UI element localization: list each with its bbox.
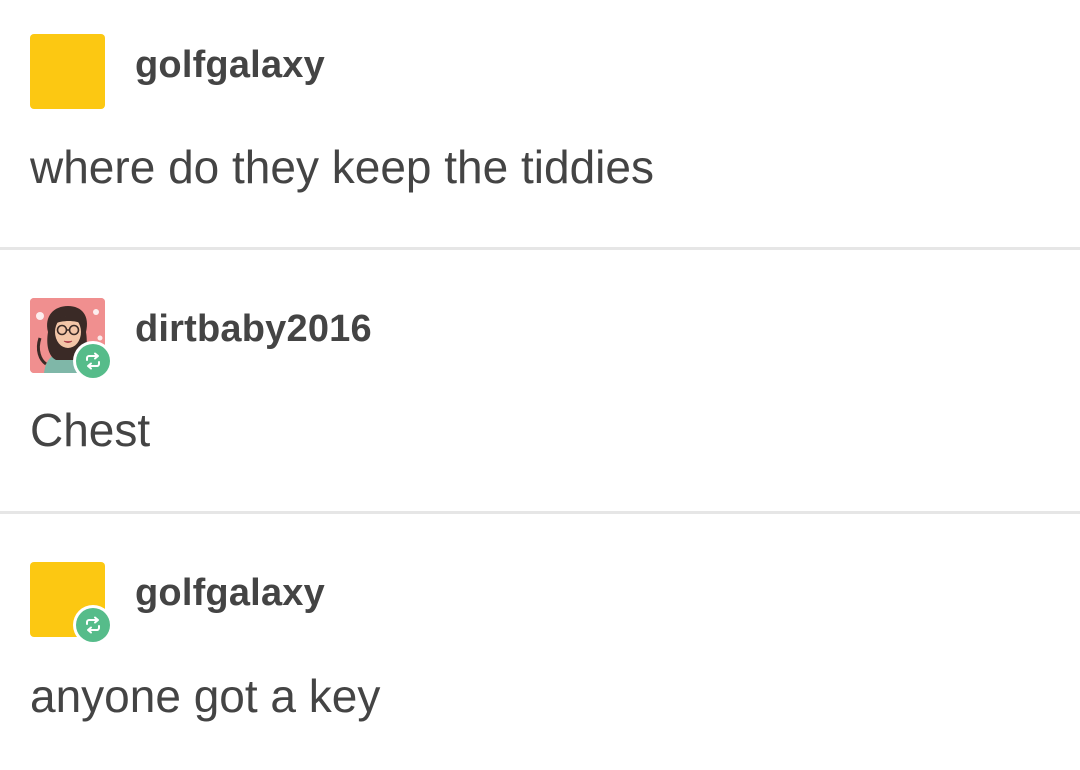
post-reblog-1: dirtbaby2016 Chest — [0, 250, 1080, 511]
reblog-badge — [73, 605, 113, 645]
reblog-badge — [73, 341, 113, 381]
post-text: Chest — [30, 404, 151, 456]
username-link[interactable]: golfgalaxy — [135, 572, 325, 615]
post-text: anyone got a key — [30, 670, 381, 722]
reblog-icon — [76, 344, 110, 378]
username-link[interactable]: dirtbaby2016 — [135, 308, 372, 351]
reblog-icon — [76, 608, 110, 642]
username-link[interactable]: golfgalaxy — [135, 44, 325, 87]
post-reblog-2: golfgalaxy anyone got a key — [0, 514, 1080, 770]
avatar[interactable] — [30, 34, 105, 109]
avatar[interactable] — [30, 562, 113, 645]
reblog-thread: golfgalaxy where do they keep the tiddie… — [0, 0, 1080, 770]
avatar[interactable] — [30, 298, 113, 381]
post-original: golfgalaxy where do they keep the tiddie… — [0, 0, 1080, 247]
post-text: where do they keep the tiddies — [30, 141, 654, 193]
yellow-square-avatar — [30, 34, 105, 109]
